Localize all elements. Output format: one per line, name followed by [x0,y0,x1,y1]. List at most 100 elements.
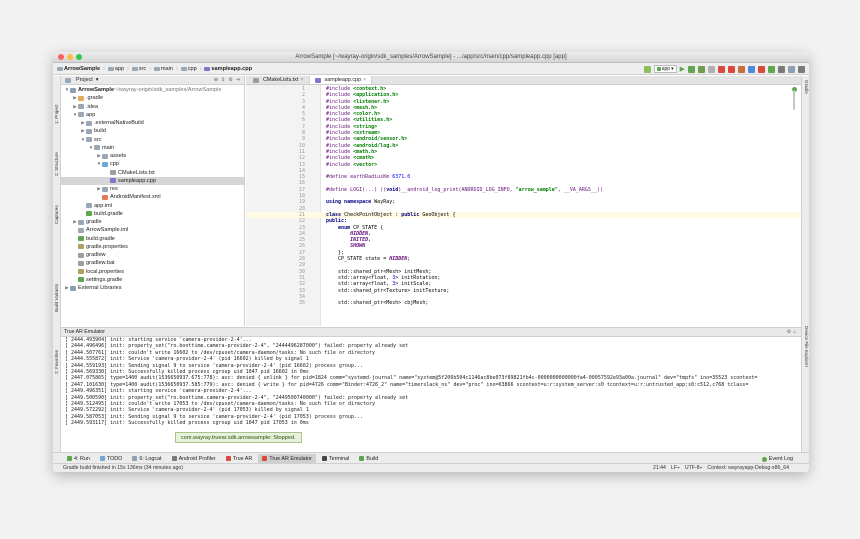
tree-item[interactable]: gradlew.bat [61,259,244,267]
sdk-manager-icon[interactable] [768,65,775,73]
console-log[interactable]: [ 2444.493904] init: starting service 'c… [61,337,801,426]
tree-item[interactable]: ▶ .idea [61,103,244,111]
navigation-bar: ArrowSample › app › src › main › cpp › sampleapp.c… [53,63,809,75]
right-tool-window-button[interactable]: Device File Explorer [804,326,809,367]
line-number: 35 [298,300,305,307]
tree-item[interactable]: AndroidManifest.xml [61,193,244,201]
left-tool-window-button[interactable]: Captures [54,205,59,224]
breadcrumb-item[interactable]: cpp [180,66,197,72]
gear-icon[interactable]: ⚙ [228,77,232,83]
project-structure-icon[interactable] [778,65,785,73]
tree-item[interactable]: ▼ ArrowSample ~/wayray-origin/sdk_samples… [61,86,244,94]
run-icon[interactable]: ▶ [680,65,685,73]
tree-item[interactable]: ▶ assets [61,152,244,160]
tool-window-button[interactable]: Build [355,454,382,464]
hammer-icon[interactable] [643,65,651,73]
left-tool-window-button[interactable]: 1: Project [54,105,59,124]
code-token: GeoObject { [422,211,456,218]
left-tool-window-button[interactable]: 2: Structure [54,152,59,176]
tree-item[interactable]: CMakeLists.txt [61,169,244,177]
debug-icon[interactable] [688,65,695,73]
tree-item-label: ArrowSample.iml [86,227,129,234]
tree-item[interactable]: gradle.properties [61,243,244,251]
tree-item[interactable]: ▼ cpp [61,160,244,168]
stop-icon[interactable] [718,65,725,73]
gear-icon[interactable]: ⚙ [787,329,791,335]
tree-item[interactable]: local.properties [61,268,244,276]
close-icon[interactable]: × [363,77,366,83]
tool-window-icon [132,456,138,461]
left-tool-window-button[interactable]: 2: Favorites [54,350,59,374]
tree-item[interactable]: ▶ build [61,127,244,135]
true-ar-icon[interactable] [728,65,735,73]
editor-tab[interactable]: sampleapp.cpp × [309,76,373,84]
breadcrumb-label: main [160,65,174,72]
breadcrumb-separator-icon: › [176,65,178,72]
code-area[interactable]: 1 #include <context.h> 2 #include <applicat… [246,86,801,306]
layout-inspector-icon[interactable] [788,65,795,73]
tree-item[interactable]: ArrowSample.iml [61,226,244,234]
hide-icon[interactable]: ⊥ [793,329,797,335]
profile-icon[interactable] [698,65,705,73]
code-token: #include [326,142,354,149]
tool-window-button[interactable]: TODO [96,454,126,464]
tree-item[interactable]: ▶ External Libraries [61,284,244,292]
sync-icon[interactable] [748,65,755,73]
tree-item[interactable]: ▼ main [61,144,244,152]
editor-scrollbar[interactable] [793,90,795,110]
run-config-select[interactable]: app ▾ [653,65,677,73]
tree-item[interactable]: ▶ gradle [61,218,244,226]
build-context[interactable]: Context: wayrayapp-Debug-x86_64 [707,465,789,471]
tool-window-button[interactable]: Android Profiler [168,454,220,464]
tree-item[interactable]: ▼ src [61,136,244,144]
cursor-position[interactable]: 21:44 [653,465,666,471]
file-icon [253,77,259,83]
tree-item[interactable]: ▶ .externalNativeBuild [61,119,244,127]
hide-icon[interactable]: ⇥ [236,77,240,83]
tree-item[interactable]: ▼ app [61,111,244,119]
code-token: <listener.h> [353,98,390,105]
tool-window-button[interactable]: 4: Run [63,454,94,464]
right-tool-window-button[interactable]: Gradle [804,80,809,94]
tree-item-label: gradlew [86,252,106,258]
file-encoding[interactable]: UTF-8÷ [685,465,703,471]
attach-icon[interactable] [708,65,715,73]
breadcrumb-item[interactable]: ArrowSample [57,66,100,72]
tree-item[interactable]: settings.gradle [61,276,244,284]
target-icon[interactable]: ⊕ [214,77,218,83]
avd-icon[interactable] [758,65,765,73]
tool-window-icon [171,456,177,461]
code-line[interactable]: 35 std::shared_ptr<Mesh> cbjMesh; [246,300,801,306]
tree-item[interactable]: ▶ .gradle [61,94,244,102]
tree-item[interactable]: build.gradle [61,235,244,243]
tree-item[interactable]: gradlew [61,251,244,259]
line-separator[interactable]: LF÷ [671,465,680,471]
project-view-select[interactable]: Project [76,77,93,83]
left-tool-window-button[interactable]: Build Variants [54,284,59,312]
tool-window-button[interactable]: Terminal [318,454,353,464]
collapse-icon[interactable]: ⇕ [221,77,225,83]
tool-window-button[interactable]: True AR [222,454,257,464]
breadcrumb-item[interactable]: main [153,65,174,72]
editor-tab[interactable]: CMakeLists.txt × [248,76,310,84]
search-icon[interactable] [798,65,805,73]
chevron-down-icon[interactable]: ▾ [96,77,99,83]
code-token: std::shared_ptr<Mesh> cbjMesh; [326,300,429,307]
code-token: 6371.0 [392,174,411,181]
tree-item[interactable]: build.gradle [61,210,244,218]
code-token: <vector> [353,161,378,168]
tree-item-label: build.gradle [94,210,123,217]
file-icon [314,77,321,83]
tool-window-icon [67,456,72,461]
tool-window-button[interactable]: True AR Emulator [258,453,316,464]
tree-item[interactable]: sampleapp.cpp [61,176,244,185]
tree-item[interactable]: ▶ res [61,185,244,193]
tree-item[interactable]: app.iml [61,202,244,210]
breadcrumb-item[interactable]: app [107,66,124,72]
tool-window-button[interactable]: 6: Logcat [128,454,165,464]
breadcrumb-item[interactable]: sampleapp.cpp [204,66,252,72]
close-icon[interactable]: × [300,77,303,83]
code-token: <math.h> [353,148,378,155]
true-ar-emulator-icon[interactable] [738,65,745,73]
breadcrumb-item[interactable]: src [131,66,146,72]
